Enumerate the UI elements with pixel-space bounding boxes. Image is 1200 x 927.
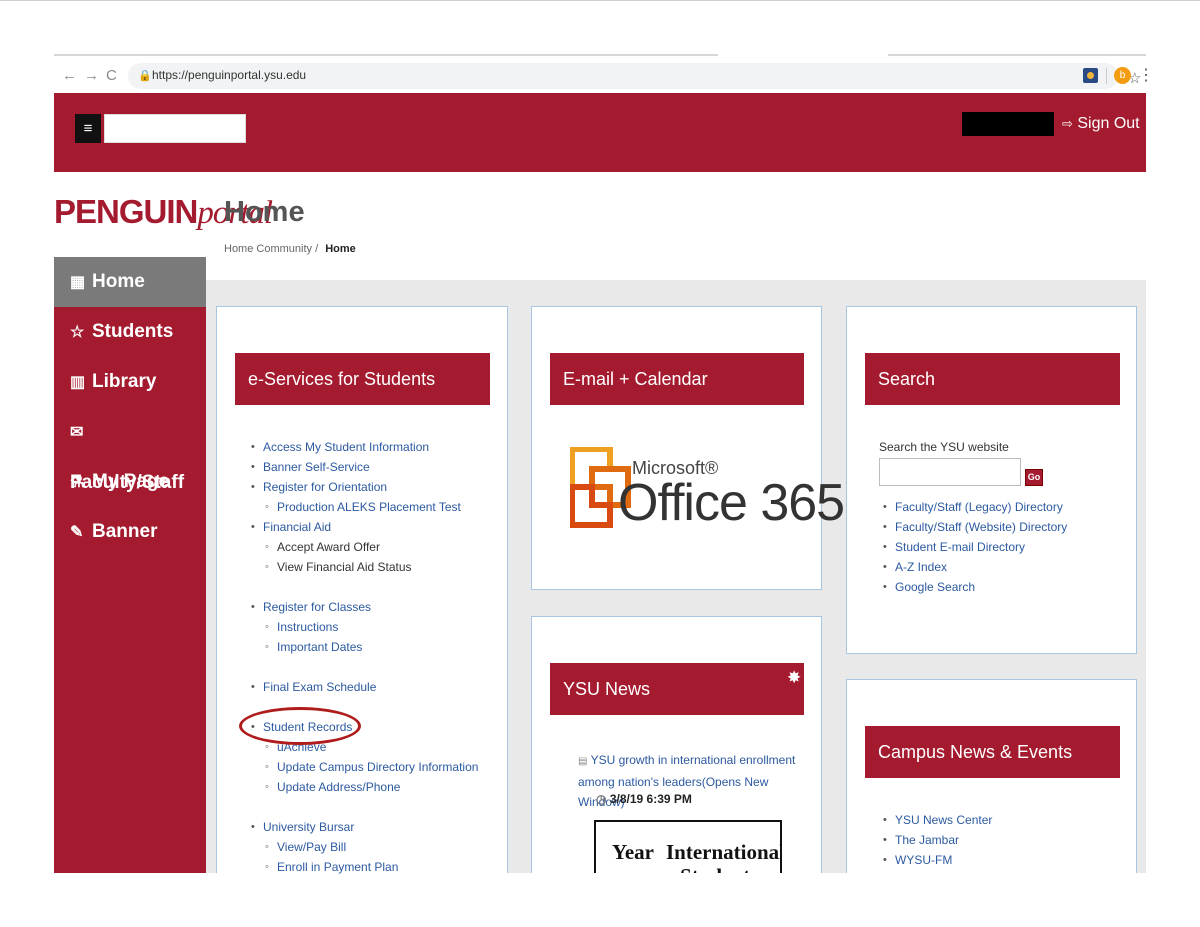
news-date: ◷ 3/8/19 6:39 PM xyxy=(596,792,692,806)
panel-title: e-Services for Students xyxy=(235,353,490,405)
list-item[interactable]: Register for Orientation xyxy=(251,477,501,497)
sign-out-label: Sign Out xyxy=(1077,115,1140,132)
list-item[interactable]: Production ALEKS Placement Test xyxy=(251,497,501,517)
sidebar-item-banner[interactable]: ✎ Banner xyxy=(54,507,206,557)
address-bar[interactable]: 🔒 https://penguinportal.ysu.edu ☆ xyxy=(128,63,1141,89)
page-title: Home xyxy=(224,196,305,228)
breadcrumb-current: Home xyxy=(325,243,356,255)
go-button[interactable]: Go xyxy=(1025,469,1043,486)
panel-title: Campus News & Events xyxy=(865,726,1120,778)
sidebar-nav: ▦ Home ☆ Students ▥ Library ✉Faculty/Staff … xyxy=(54,257,206,873)
site-search-input[interactable] xyxy=(879,458,1021,486)
logo-bold: PENGUIN xyxy=(54,193,198,230)
thumbnail-text: Students xyxy=(680,864,758,873)
search-label: Search the YSU website xyxy=(879,440,1009,454)
toolbar-divider xyxy=(1106,68,1107,84)
panel-title: Search xyxy=(865,353,1120,405)
chart-icon: ▥ xyxy=(70,374,86,391)
list-item[interactable]: Financial Aid xyxy=(251,517,501,537)
panel-title: E-mail + Calendar xyxy=(550,353,804,405)
list-item[interactable]: Important Dates xyxy=(251,637,501,657)
sidebar-item-label: Library xyxy=(92,371,157,392)
sidebar-item-students[interactable]: ☆ Students xyxy=(54,307,206,357)
thumbnail-text: Year xyxy=(612,840,654,864)
search-link-list: Faculty/Staff (Legacy) Directory Faculty… xyxy=(883,497,1123,597)
news-date-text: 3/8/19 6:39 PM xyxy=(609,792,692,806)
breadcrumb-separator: / xyxy=(315,243,319,255)
list-item[interactable]: View Financial Aid Status xyxy=(251,557,501,577)
panel-title: YSU News xyxy=(550,663,804,715)
browser-menu-icon[interactable]: ⋮ xyxy=(1138,65,1154,85)
breadcrumb-parent[interactable]: Home Community xyxy=(224,243,312,255)
list-spacer xyxy=(251,657,501,677)
sidebar-item-library[interactable]: ▥ Library xyxy=(54,357,206,407)
menu-toggle-button[interactable]: ≡ xyxy=(75,114,101,143)
lock-icon: 🔒 xyxy=(138,70,152,82)
campus-news-panel: Campus News & Events YSU News Center The… xyxy=(846,679,1137,873)
sidebar-item-label: My Page xyxy=(92,471,170,492)
list-item[interactable]: The Jambar xyxy=(883,830,1123,850)
sign-out-button[interactable]: ⇨ Sign Out xyxy=(1062,115,1140,133)
list-item[interactable]: Faculty/Staff (Legacy) Directory xyxy=(883,497,1123,517)
extension-icon[interactable] xyxy=(1083,68,1098,83)
list-item[interactable]: Update Campus Directory Information xyxy=(251,757,501,777)
grid-icon: ▦ xyxy=(70,274,86,291)
edit-icon: ✎ xyxy=(70,524,84,541)
sidebar-item-label: Students xyxy=(92,321,174,342)
sidebar-item-home[interactable]: ▦ Home xyxy=(54,257,206,307)
tab-strip xyxy=(888,54,1146,56)
clock-icon: ◷ xyxy=(596,792,607,806)
envelope-icon: ✉ xyxy=(70,424,84,441)
list-item[interactable]: YSU News Center xyxy=(883,810,1123,830)
gear-icon[interactable]: ✸ xyxy=(787,668,801,688)
list-item[interactable]: Faculty/Staff (Website) Directory xyxy=(883,517,1123,537)
list-item[interactable]: Instructions xyxy=(251,617,501,637)
browser-toolbar: ← → C 🔒 https://penguinportal.ysu.edu ☆ … xyxy=(54,60,1154,92)
list-item[interactable]: View/Pay Bill xyxy=(251,837,501,857)
eservices-panel: e-Services for Students Access My Studen… xyxy=(216,306,508,877)
office-brand-large[interactable]: Office 365 xyxy=(618,473,845,533)
flask-icon: ⚗ xyxy=(70,474,85,491)
list-item[interactable]: Google Search xyxy=(883,577,1123,597)
thumbnail-text: International xyxy=(666,840,782,864)
list-item[interactable]: Banner Self-Service xyxy=(251,457,501,477)
list-item[interactable]: Register for Classes xyxy=(251,597,501,617)
list-item[interactable]: Accept Award Offer xyxy=(251,537,501,557)
eservices-link-list: Access My Student Information Banner Sel… xyxy=(251,437,501,877)
site-header: ≡ ⇨ Sign Out xyxy=(54,93,1146,172)
sign-out-icon: ⇨ xyxy=(1062,116,1073,131)
profile-avatar[interactable]: b xyxy=(1114,67,1131,84)
tab-strip xyxy=(54,54,718,56)
list-item[interactable]: Final Exam Schedule xyxy=(251,677,501,697)
list-item[interactable]: Update Address/Phone xyxy=(251,777,501,797)
reload-icon[interactable]: C xyxy=(106,66,117,86)
sidebar-item-faculty-staff[interactable]: ✉Faculty/Staff xyxy=(54,407,206,493)
forward-icon[interactable]: → xyxy=(84,66,99,86)
redacted-username xyxy=(962,112,1054,136)
back-icon[interactable]: ← xyxy=(62,66,77,86)
highlight-circle-annotation xyxy=(239,707,361,745)
list-spacer xyxy=(251,797,501,817)
header-search-input[interactable] xyxy=(104,114,246,143)
list-item[interactable]: Student E-mail Directory xyxy=(883,537,1123,557)
list-spacer xyxy=(251,577,501,597)
list-item[interactable]: University Bursar xyxy=(251,817,501,837)
list-item[interactable]: A-Z Index xyxy=(883,557,1123,577)
news-thumbnail[interactable]: Year International Students xyxy=(594,820,782,873)
campus-link-list: YSU News Center The Jambar WYSU-FM xyxy=(883,810,1123,870)
url-text: https://penguinportal.ysu.edu xyxy=(152,68,307,82)
breadcrumb: Home Community / Home xyxy=(224,243,356,255)
sidebar-item-label: Banner xyxy=(92,521,158,542)
list-item[interactable]: Access My Student Information xyxy=(251,437,501,457)
list-item[interactable]: Enroll in Payment Plan xyxy=(251,857,501,877)
sidebar-item-my-page[interactable]: ⚗ My Page xyxy=(54,457,206,507)
list-item[interactable]: WYSU-FM xyxy=(883,850,1123,870)
star-icon: ☆ xyxy=(70,324,85,341)
window-top-border xyxy=(0,0,1200,1)
news-icon: ▤ xyxy=(578,756,588,767)
sidebar-item-label: Home xyxy=(92,271,145,292)
